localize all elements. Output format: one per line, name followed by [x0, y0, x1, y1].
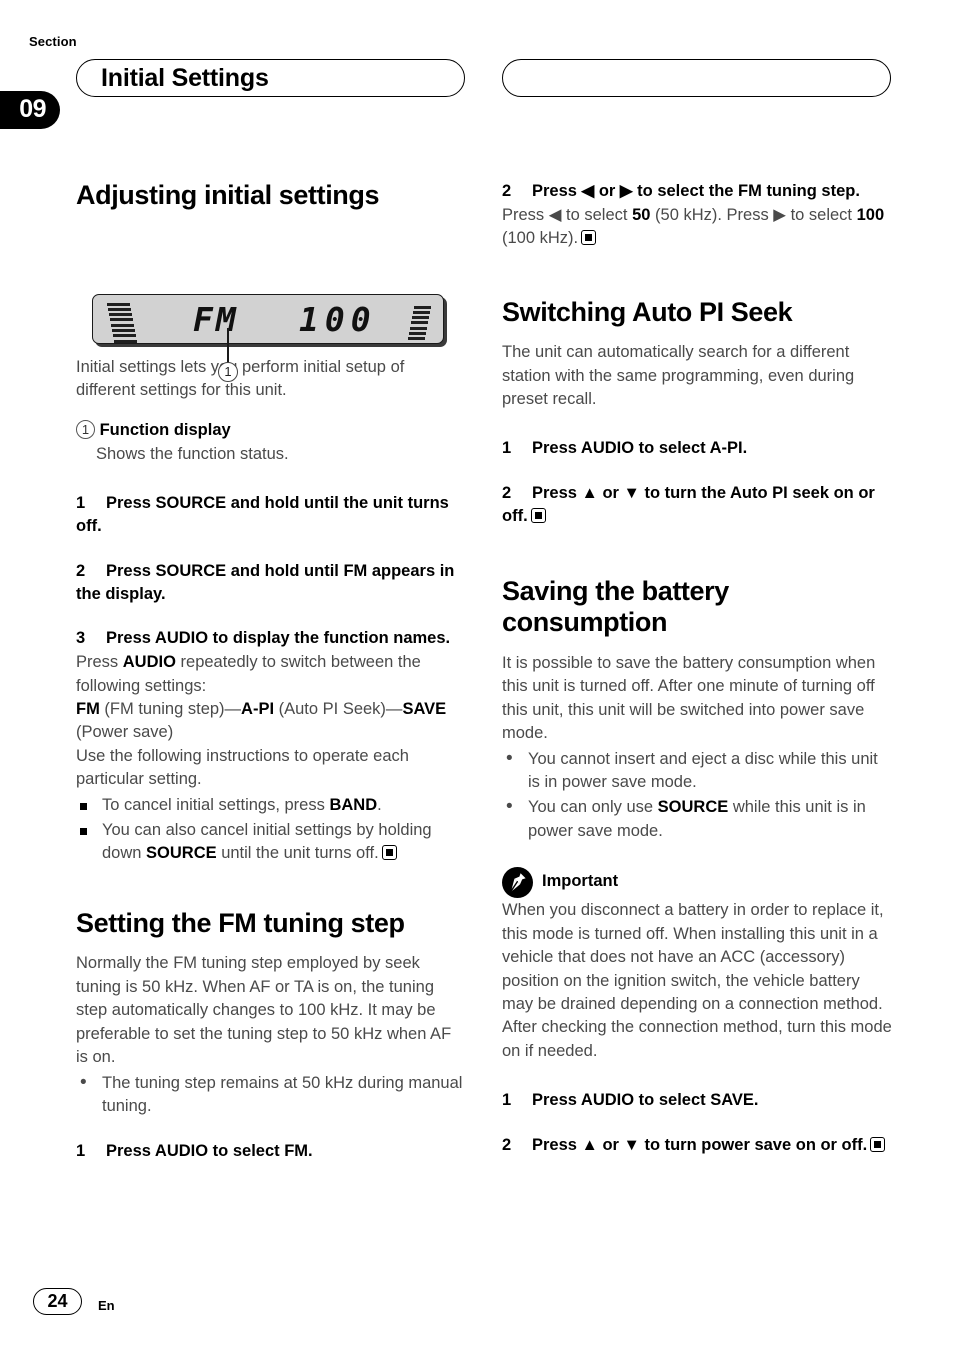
battery-note-list: You cannot insert and eject a disc while…	[502, 746, 892, 844]
end-of-section-icon	[381, 845, 397, 861]
lcd-panel: FM 100	[92, 293, 444, 345]
section-label: Section	[29, 34, 77, 49]
heading-adjusting-initial-settings: Adjusting initial settings	[76, 180, 380, 210]
step-2-number: 2	[76, 561, 86, 580]
fm-step-2-number: 2	[502, 182, 512, 200]
list-item: You can also cancel initial settings by …	[76, 819, 466, 866]
api-step-2: 2 Press ▲ or ▼ to turn the Auto PI seek o…	[502, 482, 892, 528]
end-of-section-icon	[870, 1137, 886, 1152]
save-step-2: 2 Press ▲ or ▼ to turn power save on or o…	[502, 1134, 892, 1157]
api-step-1-number: 1	[502, 439, 512, 458]
page-footer: 24 En	[33, 1288, 333, 1328]
band-key-label: BAND	[329, 795, 378, 814]
important-note-header: Important	[502, 867, 892, 899]
value-100: 100	[856, 205, 885, 224]
step-1-number: 1	[76, 494, 86, 513]
setting-fm-desc: (FM tuning step)—	[99, 699, 242, 718]
step-2: 2 Press SOURCE and hold until FM appears …	[76, 560, 466, 606]
end-of-section-icon	[581, 230, 597, 246]
list-item: You can only use SOURCE while this unit …	[502, 794, 892, 843]
setting-api: A-PI	[241, 699, 275, 718]
api-step-1-text: Press AUDIO to select A-PI.	[532, 439, 748, 458]
right-column: 2 Press ◀ or ▶ to select the FM tuning st…	[502, 180, 892, 1157]
api-step-1: 1 Press AUDIO to select A-PI.	[502, 437, 892, 460]
lcd-value-text: 100	[299, 299, 377, 339]
battery-intro-paragraph: It is possible to save the battery consu…	[502, 653, 876, 743]
page-number: 24	[33, 1288, 82, 1315]
setting-save-desc: (Power save)	[76, 723, 174, 742]
step-3-text: Press AUDIO to display the function name…	[106, 629, 451, 648]
fm-step-2-body: Press ◀ to select 50 (50 kHz). Press ▶ t…	[502, 204, 892, 251]
pushpin-icon	[502, 867, 533, 899]
heading-saving-battery-consumption: Saving the battery consumption	[502, 575, 729, 638]
save-step-1: 1 Press AUDIO to select SAVE.	[502, 1089, 892, 1112]
step-3-body-pre: Press	[76, 653, 123, 672]
bullet-1-post: .	[377, 795, 382, 814]
callout-leader-line	[227, 327, 229, 364]
step-3-number: 3	[76, 629, 86, 648]
setting-save: SAVE	[402, 699, 447, 718]
source-key-label: SOURCE	[657, 798, 729, 817]
step-3-body-2: Use the following instructions to operat…	[76, 746, 409, 789]
heading-setting-fm-tuning-step: Setting the FM tuning step	[76, 907, 405, 938]
callout-term: Function display	[99, 421, 231, 440]
heading-switching-auto-pi-seek: Switching Auto PI Seek	[502, 296, 793, 327]
intro-paragraph: Initial settings lets you perform initia…	[76, 357, 405, 399]
fm-body-p3: (100 kHz).	[502, 229, 579, 248]
fm-step-2: 2 Press ◀ or ▶ to select the FM tuning st…	[502, 180, 892, 203]
bullet-2-post: until the unit turns off.	[216, 844, 379, 863]
api-step-2-number: 2	[502, 484, 512, 503]
api-step-2-text: Press ▲ or ▼ to turn the Auto PI seek on…	[502, 484, 875, 525]
setting-fm: FM	[76, 699, 100, 718]
header-pill-right	[502, 59, 891, 97]
bullet-1-pre: To cancel initial settings, press	[102, 795, 330, 814]
step-3: 3 Press AUDIO to display the function nam…	[76, 627, 466, 650]
fm-step-1: 1 Press AUDIO to select FM.	[76, 1140, 466, 1163]
list-item: You cannot insert and eject a disc while…	[502, 746, 892, 795]
step-2-text: Press SOURCE and hold until FM appears i…	[76, 561, 455, 603]
fm-body-p1: Press ◀ to select	[502, 205, 633, 224]
list-item: To cancel initial settings, press BAND.	[76, 794, 466, 817]
callout-description: Shows the function status.	[96, 444, 289, 463]
fm-step-2-text: Press ◀ or ▶ to select the FM tuning ste…	[532, 182, 860, 200]
settings-sequence: FM (FM tuning step)—A-PI (Auto PI Seek)—…	[76, 698, 466, 745]
lcd-display-figure: FM 100 1	[76, 228, 466, 382]
setting-api-desc: (Auto PI Seek)—	[274, 699, 403, 718]
battery-bullet-2-pre: You can only use	[528, 798, 658, 817]
save-step-1-text: Press AUDIO to select SAVE.	[532, 1091, 759, 1110]
save-step-2-text: Press ▲ or ▼ to turn power save on or of…	[532, 1136, 868, 1154]
lcd-mode-text: FM	[193, 299, 239, 339]
level-meter-right-icon	[408, 305, 431, 343]
callout-definition: 1 Function display	[76, 419, 466, 442]
source-key-label: SOURCE	[146, 844, 217, 863]
end-of-section-icon	[530, 507, 546, 523]
important-label: Important	[542, 872, 619, 891]
fm-body-p2: (50 kHz). Press ▶ to select	[650, 205, 857, 224]
audio-key-label: AUDIO	[122, 653, 176, 672]
callout-marker-1: 1	[218, 361, 238, 382]
save-step-1-number: 1	[502, 1091, 512, 1110]
api-intro-paragraph: The unit can automatically search for a …	[502, 343, 855, 409]
fm-step-1-text: Press AUDIO to select FM.	[106, 1142, 313, 1161]
page-header: Section 09 Initial Settings	[0, 34, 954, 129]
important-note-text: When you disconnect a battery in order t…	[502, 901, 892, 1060]
value-50: 50	[632, 205, 651, 224]
step-3-body: Press AUDIO repeatedly to switch between…	[76, 651, 466, 698]
page-title: Initial Settings	[101, 64, 269, 92]
fm-intro-paragraph: Normally the FM tuning step employed by …	[76, 954, 452, 1067]
callout-number-icon: 1	[76, 420, 95, 440]
language-code: En	[98, 1298, 115, 1313]
step-1: 1 Press SOURCE and hold until the unit tu…	[76, 492, 466, 538]
fm-step-1-number: 1	[76, 1142, 86, 1161]
save-step-2-number: 2	[502, 1136, 512, 1154]
section-number-badge: 09	[0, 91, 60, 129]
cancel-bullet-list: To cancel initial settings, press BAND. …	[76, 794, 466, 866]
chapter-title-pill: Initial Settings	[76, 59, 465, 97]
left-column: Adjusting initial settings FM 100 1 Init…	[76, 180, 466, 1163]
level-meter-left-icon	[107, 302, 137, 345]
list-item: The tuning step remains at 50 kHz during…	[76, 1070, 466, 1119]
step-1-text: Press SOURCE and hold until the unit tur…	[76, 494, 449, 536]
fm-note-list: The tuning step remains at 50 kHz during…	[76, 1070, 466, 1119]
